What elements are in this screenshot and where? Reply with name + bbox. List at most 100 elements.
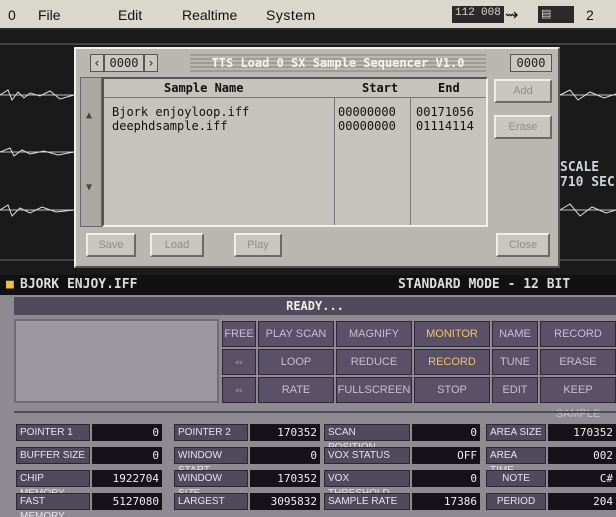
- sample-start: 00000000: [338, 119, 396, 133]
- buffer-size-value[interactable]: 0: [92, 447, 162, 464]
- menu-number: 0: [8, 7, 16, 23]
- record-area-button[interactable]: RECORD AREA: [540, 321, 616, 364]
- dialog-title: TTS Load 0 SX Sample Sequencer V1.0: [190, 54, 486, 72]
- control-panel: READY... FREE PLAY SCAN MAGNIFY MONITOR …: [0, 295, 616, 517]
- pointer1-value[interactable]: 0: [92, 424, 162, 441]
- period-label: PERIOD: [486, 493, 546, 510]
- panel-divider: [14, 411, 616, 413]
- play-button[interactable]: Play: [234, 233, 282, 257]
- name-button[interactable]: NAME: [492, 321, 538, 347]
- header-divider: [104, 97, 486, 98]
- vox-status-value[interactable]: OFF: [412, 447, 480, 464]
- add-button[interactable]: Add: [494, 79, 552, 103]
- monitor-button[interactable]: MONITOR: [414, 321, 490, 347]
- sample-list[interactable]: Sample Name Start End Bjork enjoyloop.if…: [102, 77, 488, 227]
- stop-button[interactable]: STOP: [414, 377, 490, 403]
- largest-label: LARGEST: [174, 493, 248, 510]
- current-filename: BJORK ENJOY.IFF: [20, 277, 138, 292]
- next-arrow-icon[interactable]: ›: [144, 54, 158, 72]
- sample-start: 00000000: [338, 105, 396, 119]
- fast-memory-value: 5127080: [92, 493, 162, 510]
- sample-rate-label: SAMPLE RATE: [324, 493, 410, 510]
- signal-icon: ⇝: [505, 7, 519, 24]
- chip-memory-label: CHIP MEMORY: [16, 470, 90, 499]
- file-indicator-icon: ■: [6, 277, 14, 292]
- memory-indicator-1: 112: [452, 6, 478, 23]
- list-row[interactable]: Bjork enjoyloop.iff 00000000 00171056: [112, 105, 482, 119]
- rate-button[interactable]: RATE: [258, 377, 334, 403]
- menu-bar: 0 File Edit Realtime System 112 008 ⇝ ▤ …: [0, 0, 616, 30]
- close-button[interactable]: Close: [496, 233, 550, 257]
- magnify-button[interactable]: MAGNIFY: [336, 321, 412, 347]
- menu-file[interactable]: File: [38, 7, 61, 23]
- chip-memory-value: 1922704: [92, 470, 162, 487]
- fullscreen-button[interactable]: FULLSCREEN: [336, 377, 412, 403]
- col-header-start: Start: [362, 81, 399, 95]
- keep-sample-button[interactable]: KEEP SAMPLE: [540, 377, 616, 420]
- col-header-name: Sample Name: [164, 81, 244, 95]
- status-bar: ■ BJORK ENJOY.IFF STANDARD MODE - 12 BIT…: [0, 275, 616, 312]
- sample-sequencer-dialog: ‹ 0000 › TTS Load 0 SX Sample Sequencer …: [74, 47, 560, 268]
- play-scan-button[interactable]: PLAY SCAN: [258, 321, 334, 347]
- edit-button[interactable]: EDIT: [492, 377, 538, 403]
- sample-rate-value[interactable]: 17386: [412, 493, 480, 510]
- pointer2-label: POINTER 2: [174, 424, 248, 441]
- sample-end: 01114114: [416, 119, 474, 133]
- tune-button[interactable]: TUNE: [492, 349, 538, 375]
- prev-arrow-icon[interactable]: ‹: [90, 54, 104, 72]
- list-row[interactable]: deephdsample.iff 00000000 01114114: [112, 119, 482, 133]
- menu-edit[interactable]: Edit: [118, 7, 142, 23]
- save-button[interactable]: Save: [86, 233, 136, 257]
- note-value[interactable]: C#: [548, 470, 616, 487]
- scale-label: SCALE: [560, 160, 600, 175]
- col-header-end: End: [438, 81, 460, 95]
- rate-arrows-icon[interactable]: ⇔: [222, 377, 256, 403]
- area-time-label: AREA TIME: [486, 447, 546, 476]
- scan-position-value[interactable]: 0: [412, 424, 480, 441]
- dialog-titlebar: ‹ 0000 › TTS Load 0 SX Sample Sequencer …: [86, 54, 552, 72]
- scale-value: 710 SEC: [560, 175, 615, 190]
- window-size-label: WINDOW SIZE: [174, 470, 248, 499]
- loop-button[interactable]: LOOP: [258, 349, 334, 375]
- period-value[interactable]: 204: [548, 493, 616, 510]
- pointer1-label: POINTER 1: [16, 424, 90, 441]
- vox-threshold-value[interactable]: 0: [412, 470, 480, 487]
- erase-area-button[interactable]: ERASE: [540, 349, 616, 375]
- free-button[interactable]: FREE: [222, 321, 256, 347]
- sample-name: deephdsample.iff: [112, 119, 228, 133]
- preview-pad: [14, 319, 219, 403]
- screen-number[interactable]: 2: [586, 7, 594, 23]
- window-size-value[interactable]: 170352: [250, 470, 320, 487]
- window-start-value[interactable]: 0: [250, 447, 320, 464]
- reduce-button[interactable]: REDUCE: [336, 349, 412, 375]
- ready-status: READY...: [14, 297, 616, 315]
- menu-realtime[interactable]: Realtime: [182, 7, 237, 23]
- pointer2-value[interactable]: 170352: [250, 424, 320, 441]
- fast-memory-label: FAST MEMORY: [16, 493, 90, 517]
- scale-readout: SCALE 710 SEC: [560, 160, 615, 190]
- largest-value: 3095832: [250, 493, 320, 510]
- sequence-counter[interactable]: 0000: [104, 54, 144, 72]
- window-start-label: WINDOW START: [174, 447, 248, 476]
- menu-system[interactable]: System: [266, 7, 316, 23]
- sample-name: Bjork enjoyloop.iff: [112, 105, 250, 119]
- memory-indicator-2: 008: [478, 6, 504, 23]
- right-counter[interactable]: 0000: [510, 54, 552, 72]
- scroll-down-icon[interactable]: ▼: [86, 182, 92, 193]
- scroll-up-icon[interactable]: ▲: [86, 110, 92, 121]
- buffer-size-label: BUFFER SIZE: [16, 447, 90, 464]
- vox-threshold-label: VOX THRESHOLD: [324, 470, 410, 499]
- erase-button[interactable]: Erase: [494, 115, 552, 139]
- area-size-label: AREA SIZE: [486, 424, 546, 441]
- record-button[interactable]: RECORD: [414, 349, 490, 375]
- sample-end: 00171056: [416, 105, 474, 119]
- note-label: NOTE: [486, 470, 546, 487]
- disk-icon[interactable]: ▤: [538, 6, 574, 23]
- load-button[interactable]: Load: [150, 233, 204, 257]
- loop-arrows-icon[interactable]: ⇔: [222, 349, 256, 375]
- scan-position-label: SCAN POSITION: [324, 424, 410, 453]
- vox-status-label: VOX STATUS: [324, 447, 410, 464]
- area-time-value[interactable]: 002: [548, 447, 616, 464]
- area-size-value[interactable]: 170352: [548, 424, 616, 441]
- list-scrollbar[interactable]: ▲ ▼: [80, 77, 102, 227]
